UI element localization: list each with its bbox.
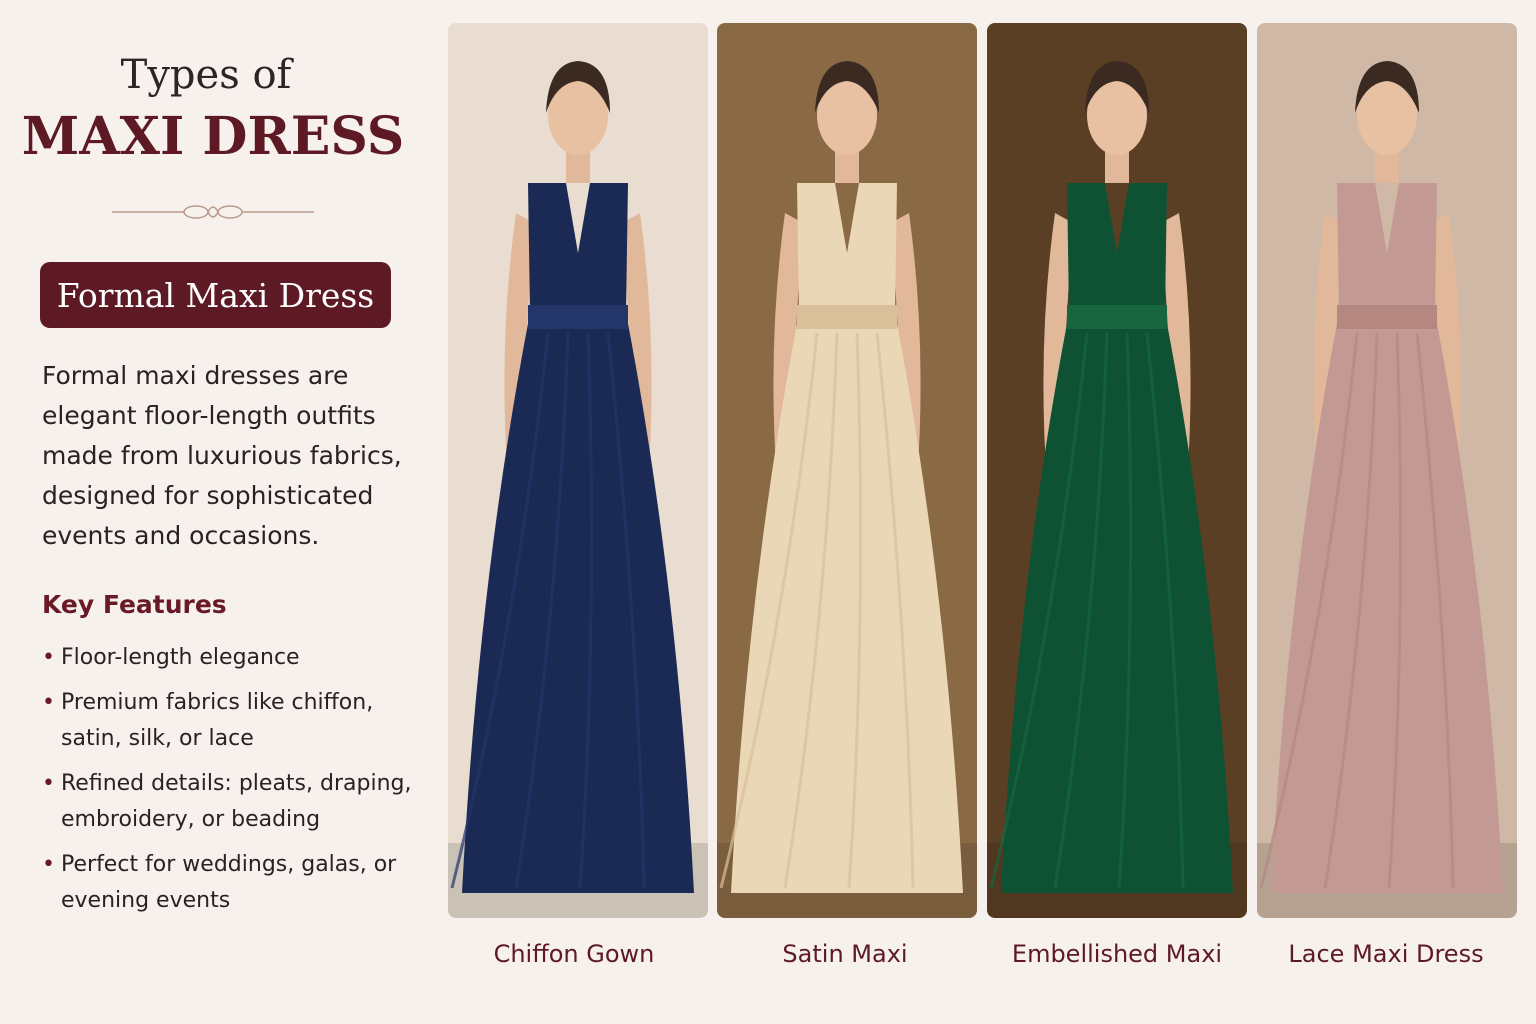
title-line1: Types of xyxy=(120,52,292,98)
dress-card-chiffon[interactable] xyxy=(448,23,708,918)
info-panel: Types of MAXI DRESS Formal Maxi Dress Fo… xyxy=(0,0,430,1024)
caption-lace: Lace Maxi Dress xyxy=(1288,940,1484,968)
dress-photo xyxy=(1257,23,1517,918)
caption-satin: Satin Maxi xyxy=(782,940,908,968)
description: Formal maxi dresses are elegant floor-le… xyxy=(42,361,402,550)
dress-card-embellished[interactable] xyxy=(987,23,1247,918)
waistband xyxy=(528,305,628,329)
dress-card-satin[interactable] xyxy=(717,23,977,918)
page-title: MAXI DRESS xyxy=(21,106,405,167)
waistband xyxy=(797,305,897,329)
dress-photo xyxy=(448,23,708,918)
bullet-icon: • xyxy=(42,771,55,796)
ornament-divider-icon xyxy=(112,205,314,219)
feature-item: • Floor-length elegance xyxy=(42,640,422,676)
dress-photo xyxy=(987,23,1247,918)
bullet-icon: • xyxy=(42,645,55,670)
waistband xyxy=(1067,305,1167,329)
features-list: • Floor-length elegance • Premium fabrics … xyxy=(42,640,422,928)
waistband xyxy=(1337,305,1437,329)
category-badge: Formal Maxi Dress xyxy=(40,262,391,328)
caption-embellished: Embellished Maxi xyxy=(1011,940,1223,968)
bullet-icon: • xyxy=(42,690,55,715)
feature-item: • Perfect for weddings, galas, or evening… xyxy=(42,847,422,919)
features-title: Key Features xyxy=(42,590,227,619)
feature-item: • Refined details: pleats, draping, embro… xyxy=(42,766,422,838)
dress-card-lace[interactable] xyxy=(1257,23,1517,918)
feature-item: • Premium fabrics like chiffon, satin, si… xyxy=(42,685,422,757)
dress-photo xyxy=(717,23,977,918)
bullet-icon: • xyxy=(42,852,55,877)
caption-chiffon: Chiffon Gown xyxy=(493,940,655,968)
